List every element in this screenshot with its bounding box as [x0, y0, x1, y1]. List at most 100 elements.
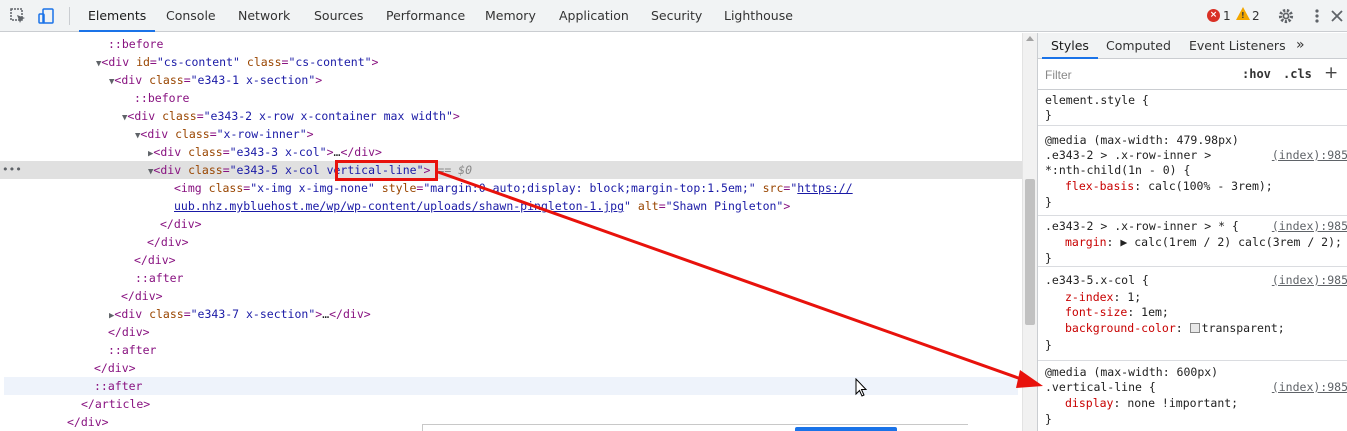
source-link[interactable]: (index):985 — [1272, 148, 1347, 163]
error-count[interactable]: 1 — [1223, 0, 1231, 32]
device-toolbar-icon[interactable] — [37, 7, 55, 25]
scroll-up-arrow-icon[interactable] — [1026, 36, 1034, 41]
src-link[interactable]: uub.nhz.mybluehost.me/wp/wp-content/uplo… — [174, 199, 624, 213]
tab-security[interactable]: Security — [651, 0, 702, 32]
style-rule: @media (max-width: 600px) .vertical-line… — [1038, 362, 1347, 431]
tree-row[interactable]: ▶<div class="e343-7 x-section">…</div> — [0, 305, 1022, 323]
prop-name[interactable]: font-size — [1065, 305, 1127, 319]
tree-row[interactable]: uub.nhz.mybluehost.me/wp/wp-content/uplo… — [0, 197, 1022, 215]
attr-value: "e343-2 x-row x-container max width" — [203, 109, 453, 123]
attr-name: class — [188, 163, 223, 177]
prop-name[interactable]: background-color — [1065, 321, 1176, 335]
tree-row[interactable]: ▶<div class="e343-3 x-col">…</div> — [0, 143, 1022, 161]
scrollbar-thumb[interactable] — [1025, 179, 1035, 325]
style-rule: .e343-2 > .x-row-inner > * { (index):985… — [1038, 217, 1347, 267]
attr-value: "e343-3 x-col" — [229, 145, 327, 159]
source-link[interactable]: (index):985 — [1272, 219, 1347, 234]
prop-value[interactable]: transparent; — [1202, 321, 1285, 335]
rule-selector[interactable]: .vertical-line { — [1045, 380, 1156, 395]
tree-row[interactable]: </div> — [0, 215, 1022, 233]
prop-value[interactable]: : none !important; — [1113, 396, 1238, 410]
prop-name[interactable]: display — [1065, 396, 1113, 410]
cls-toggle[interactable]: .cls — [1283, 67, 1312, 81]
media-query: @media (max-width: 479.98px) — [1045, 133, 1239, 147]
tab-console[interactable]: Console — [166, 0, 216, 32]
tab-styles[interactable]: Styles — [1042, 33, 1098, 59]
prop-value[interactable]: : 1; — [1113, 290, 1141, 304]
annotation-highlight-box — [335, 160, 438, 181]
tree-row[interactable]: ::after — [0, 269, 1022, 287]
css-declaration[interactable]: display: none !important; — [1065, 396, 1238, 411]
rule-selector[interactable]: .e343-2 > .x-row-inner > * { — [1045, 219, 1239, 234]
color-swatch-icon[interactable] — [1189, 323, 1200, 333]
prop-value[interactable]: : ▶ calc(1rem / 2) calc(3rem / 2); — [1107, 235, 1342, 249]
prop-name[interactable]: z-index — [1065, 290, 1113, 304]
gear-icon[interactable] — [1277, 7, 1295, 25]
tree-row[interactable]: ::after — [0, 341, 1022, 359]
tab-lighthouse[interactable]: Lighthouse — [724, 0, 793, 32]
more-options-icon[interactable] — [1308, 7, 1326, 25]
styles-filter-input[interactable] — [1041, 64, 1231, 86]
tab-sources[interactable]: Sources — [314, 0, 363, 32]
tab-performance[interactable]: Performance — [386, 0, 465, 32]
css-declaration[interactable]: flex-basis: calc(100% - 3rem); — [1065, 179, 1273, 194]
warning-count[interactable]: 2 — [1252, 0, 1260, 32]
css-declaration[interactable]: background-color: transparent; — [1065, 321, 1285, 336]
source-link[interactable]: (index):985 — [1272, 273, 1347, 288]
tree-row[interactable]: </div> — [0, 323, 1022, 341]
rule-selector[interactable]: element.style { — [1045, 93, 1149, 108]
tree-row[interactable]: </div> — [0, 287, 1022, 305]
tab-elements[interactable]: Elements — [79, 0, 156, 32]
pseudo-element: ::before — [108, 37, 164, 51]
close-icon[interactable] — [1330, 7, 1344, 25]
css-declaration[interactable]: z-index: 1; — [1065, 290, 1141, 305]
inspect-element-icon[interactable] — [9, 7, 27, 25]
tree-row[interactable]: ::before — [0, 35, 1022, 53]
attr-value: "x-img x-img-none" — [250, 181, 375, 195]
new-style-rule-icon[interactable]: + — [1324, 63, 1338, 83]
error-icon[interactable]: × — [1207, 9, 1220, 22]
prop-name[interactable]: margin — [1065, 235, 1107, 249]
more-tabs-icon[interactable]: » — [1296, 33, 1305, 59]
attr-name: class — [208, 181, 244, 195]
tree-row[interactable]: ▼<div class="e343-1 x-section"> — [0, 71, 1022, 89]
rule-selector[interactable]: .e343-2 > .x-row-inner > — [1045, 148, 1211, 163]
tab-application[interactable]: Application — [559, 0, 629, 32]
css-declaration[interactable]: margin: ▶ calc(1rem / 2) calc(3rem / 2); — [1065, 235, 1342, 250]
css-declaration[interactable]: font-size: 1em; — [1065, 305, 1169, 320]
tree-row[interactable]: <img class="x-img x-img-none" style="mar… — [0, 179, 1022, 197]
tree-row[interactable]: </div> — [0, 359, 1022, 377]
styles-tabbar: Styles Computed Event Listeners » — [1038, 33, 1347, 59]
attr-name: class — [246, 55, 282, 69]
prop-name[interactable]: flex-basis — [1065, 179, 1134, 193]
vertical-scrollbar[interactable] — [1022, 33, 1037, 431]
tree-row-selected[interactable]: ••• ▼<div class="e343-5 x-col vertical-li… — [0, 161, 1022, 179]
tag-open: <div — [101, 55, 130, 69]
tree-row[interactable]: ▼<div class="x-row-inner"> — [0, 125, 1022, 143]
attr-name: class — [175, 127, 210, 141]
src-link[interactable]: https:// — [797, 181, 852, 195]
overlay-button-edge[interactable] — [795, 427, 897, 431]
hov-toggle[interactable]: :hov — [1242, 67, 1271, 81]
rule-selector[interactable]: .e343-5.x-col { — [1045, 273, 1149, 288]
tab-computed[interactable]: Computed — [1106, 33, 1171, 59]
tree-row[interactable]: ::before — [0, 89, 1022, 107]
tree-row[interactable]: </div> — [0, 251, 1022, 269]
tree-row[interactable]: </div> — [0, 233, 1022, 251]
source-link[interactable]: (index):985 — [1272, 380, 1347, 395]
tab-event-listeners[interactable]: Event Listeners — [1189, 33, 1286, 59]
more-dots-icon[interactable]: ••• — [2, 161, 22, 179]
rule-selector[interactable]: *:nth-child(1n - 0) { — [1045, 163, 1190, 178]
prop-value[interactable]: : 1em; — [1127, 305, 1169, 319]
tree-row[interactable]: ▼<div class="e343-2 x-row x-container ma… — [0, 107, 1022, 125]
tab-memory[interactable]: Memory — [485, 0, 536, 32]
attr-name: src — [762, 181, 784, 195]
tab-network[interactable]: Network — [238, 0, 290, 32]
pseudo-element: ::after — [135, 271, 184, 285]
attr-value: "e343-7 x-section" — [190, 307, 316, 321]
media-query: @media (max-width: 600px) — [1045, 365, 1219, 379]
attr-name: style — [381, 181, 417, 195]
selected-node-marker: == $0 — [437, 163, 473, 177]
tree-row[interactable]: ▼<div id="cs-content" class="cs-content"… — [0, 53, 1022, 71]
prop-value[interactable]: : calc(100% - 3rem); — [1134, 179, 1272, 193]
